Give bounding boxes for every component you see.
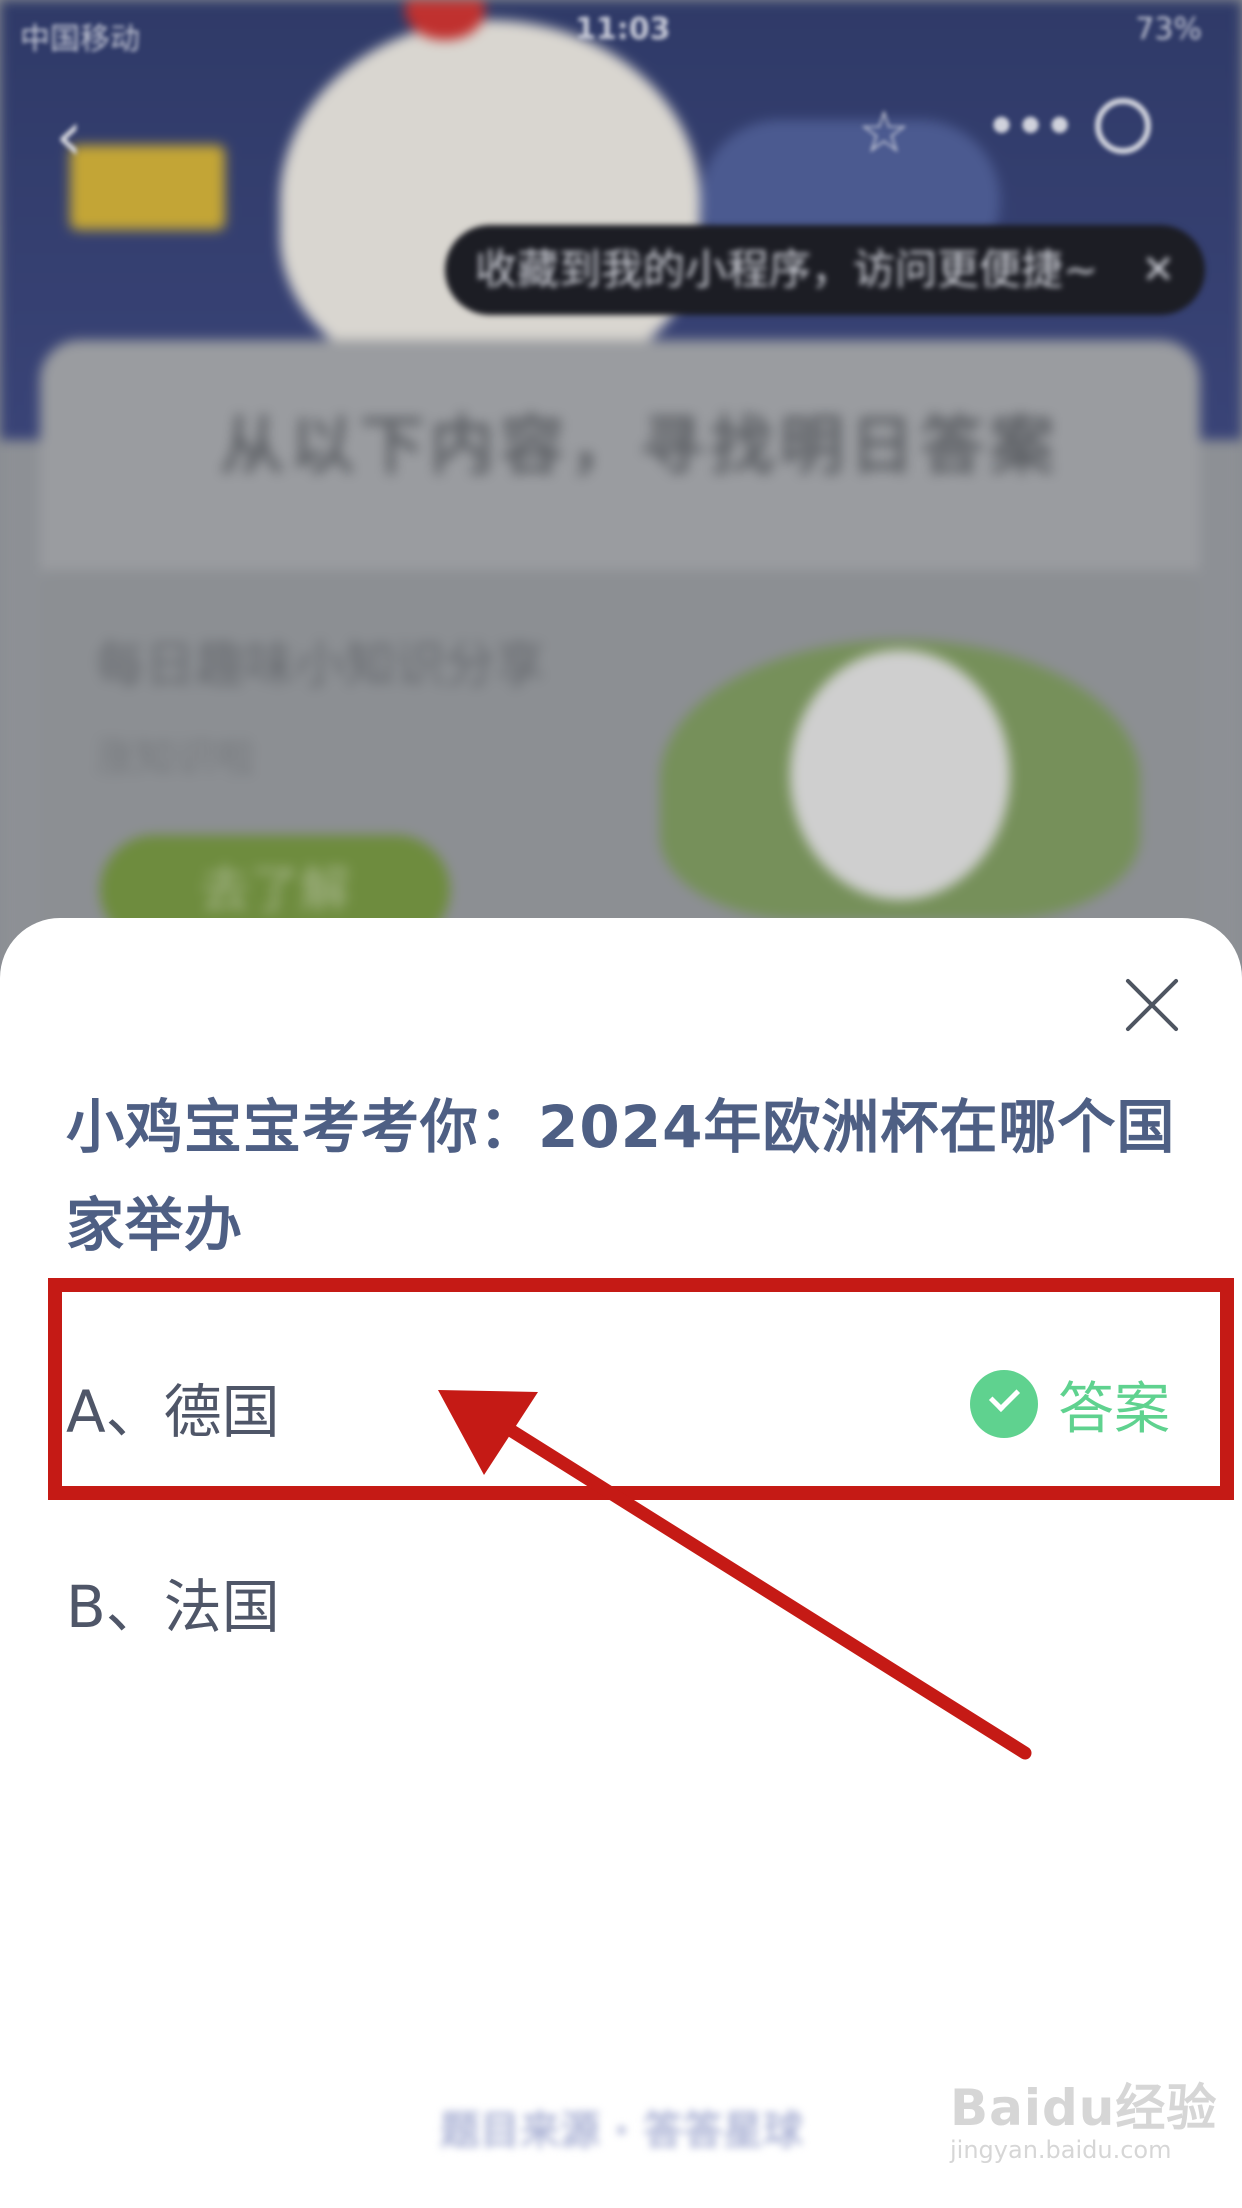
footer-source-text: 题目来源 · 答答星球 [440,2108,804,2154]
watermark-main: Baidu经验 [950,2079,1218,2137]
watermark-url: jingyan.baidu.com [950,2136,1172,2164]
baidu-watermark: Baidu经验 jingyan.baidu.com [950,2068,1217,2164]
annotation-arrow-icon [438,1390,1032,1760]
